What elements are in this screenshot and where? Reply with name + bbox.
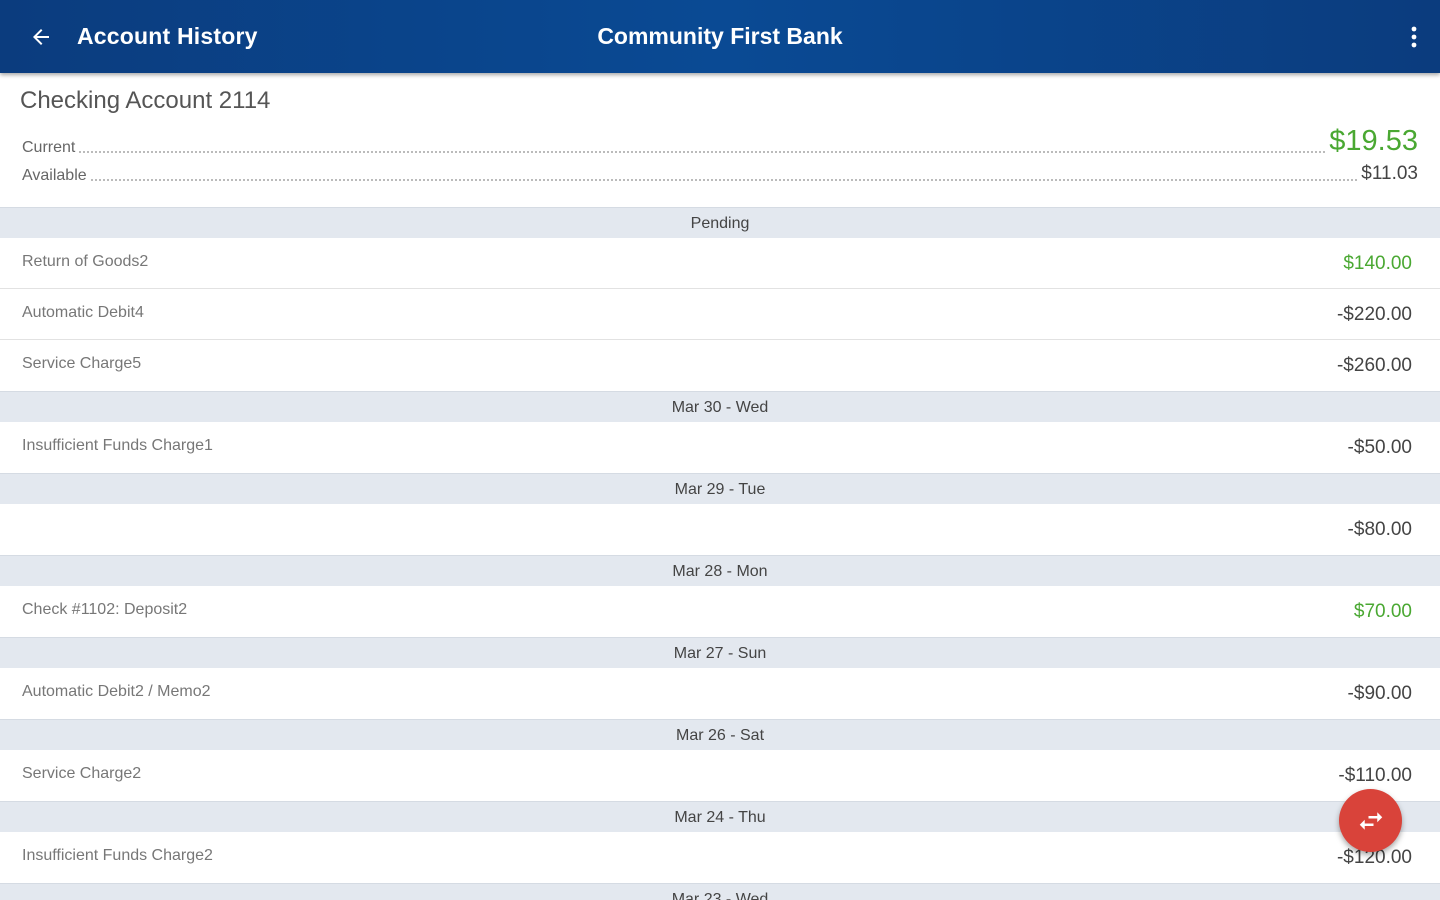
transaction-amount: -$260.00 — [1336, 355, 1412, 376]
page-title: Account History — [77, 23, 258, 49]
transaction-row[interactable]: Service Charge5 -$260.00 — [0, 340, 1440, 391]
transaction-row[interactable]: Check #1102: Deposit2 $70.00 — [0, 586, 1440, 637]
overflow-menu-button[interactable] — [1402, 18, 1426, 56]
transaction-row[interactable]: Automatic Debit4 -$220.00 — [0, 289, 1440, 340]
transaction-description: Automatic Debit2 / Memo2 — [22, 683, 211, 700]
transaction-description: Service Charge5 — [22, 355, 142, 372]
swap-horiz-icon — [1359, 811, 1382, 830]
transaction-amount: -$90.00 — [1347, 683, 1412, 704]
section-header: Mar 24 - Thu — [0, 801, 1440, 832]
transaction-amount: -$220.00 — [1336, 304, 1412, 325]
transaction-amount: -$80.00 — [1347, 519, 1412, 540]
dotted-leader — [79, 151, 1326, 153]
transaction-row[interactable]: Insufficient Funds Charge2 -$120.00 — [0, 832, 1440, 883]
more-vert-icon — [1411, 26, 1417, 48]
transaction-description: Return of Goods2 — [22, 253, 149, 270]
section-header: Mar 27 - Sun — [0, 637, 1440, 668]
section-header: Mar 30 - Wed — [0, 391, 1440, 422]
available-balance-row: Available $11.03 — [22, 163, 1418, 185]
section-header: Pending — [0, 207, 1440, 238]
transaction-description: Service Charge2 — [22, 765, 142, 782]
transaction-row[interactable]: -$80.00 — [0, 504, 1440, 555]
transaction-row[interactable]: Automatic Debit2 / Memo2 -$90.00 — [0, 668, 1440, 719]
back-button[interactable] — [22, 18, 60, 56]
transfer-fab-button[interactable] — [1339, 789, 1402, 852]
section-header: Mar 29 - Tue — [0, 473, 1440, 504]
transaction-row[interactable]: Return of Goods2 $140.00 — [0, 238, 1440, 289]
current-balance-value: $19.53 — [1329, 125, 1418, 157]
transaction-row[interactable]: Insufficient Funds Charge1 -$50.00 — [0, 422, 1440, 473]
account-summary: Checking Account 2114 Current $19.53 Ava… — [0, 73, 1440, 207]
transaction-amount: $140.00 — [1343, 253, 1412, 274]
transaction-amount: -$110.00 — [1338, 765, 1412, 786]
current-balance-row: Current $19.53 — [22, 125, 1418, 157]
section-header: Mar 23 - Wed — [0, 883, 1440, 900]
section-header: Mar 26 - Sat — [0, 719, 1440, 750]
transaction-description: Automatic Debit4 — [22, 304, 144, 321]
transaction-list[interactable]: Pending Return of Goods2 $140.00 Automat… — [0, 207, 1440, 900]
app-bar: Account History Community First Bank — [0, 0, 1440, 73]
arrow-left-icon — [33, 29, 49, 45]
account-name: Checking Account 2114 — [20, 87, 271, 114]
available-balance-label: Available — [22, 167, 87, 184]
transaction-description: Insufficient Funds Charge1 — [22, 437, 213, 454]
section-header: Mar 28 - Mon — [0, 555, 1440, 586]
current-balance-label: Current — [22, 139, 76, 156]
dotted-leader — [90, 179, 1358, 181]
transaction-row[interactable]: Service Charge2 -$110.00 — [0, 750, 1440, 801]
bank-name: Community First Bank — [597, 23, 843, 49]
transaction-description: Insufficient Funds Charge2 — [22, 847, 213, 864]
transaction-amount: -$50.00 — [1347, 437, 1412, 458]
transaction-description: Check #1102: Deposit2 — [22, 601, 188, 618]
available-balance-value: $11.03 — [1361, 163, 1418, 184]
transaction-amount: $70.00 — [1353, 601, 1412, 622]
